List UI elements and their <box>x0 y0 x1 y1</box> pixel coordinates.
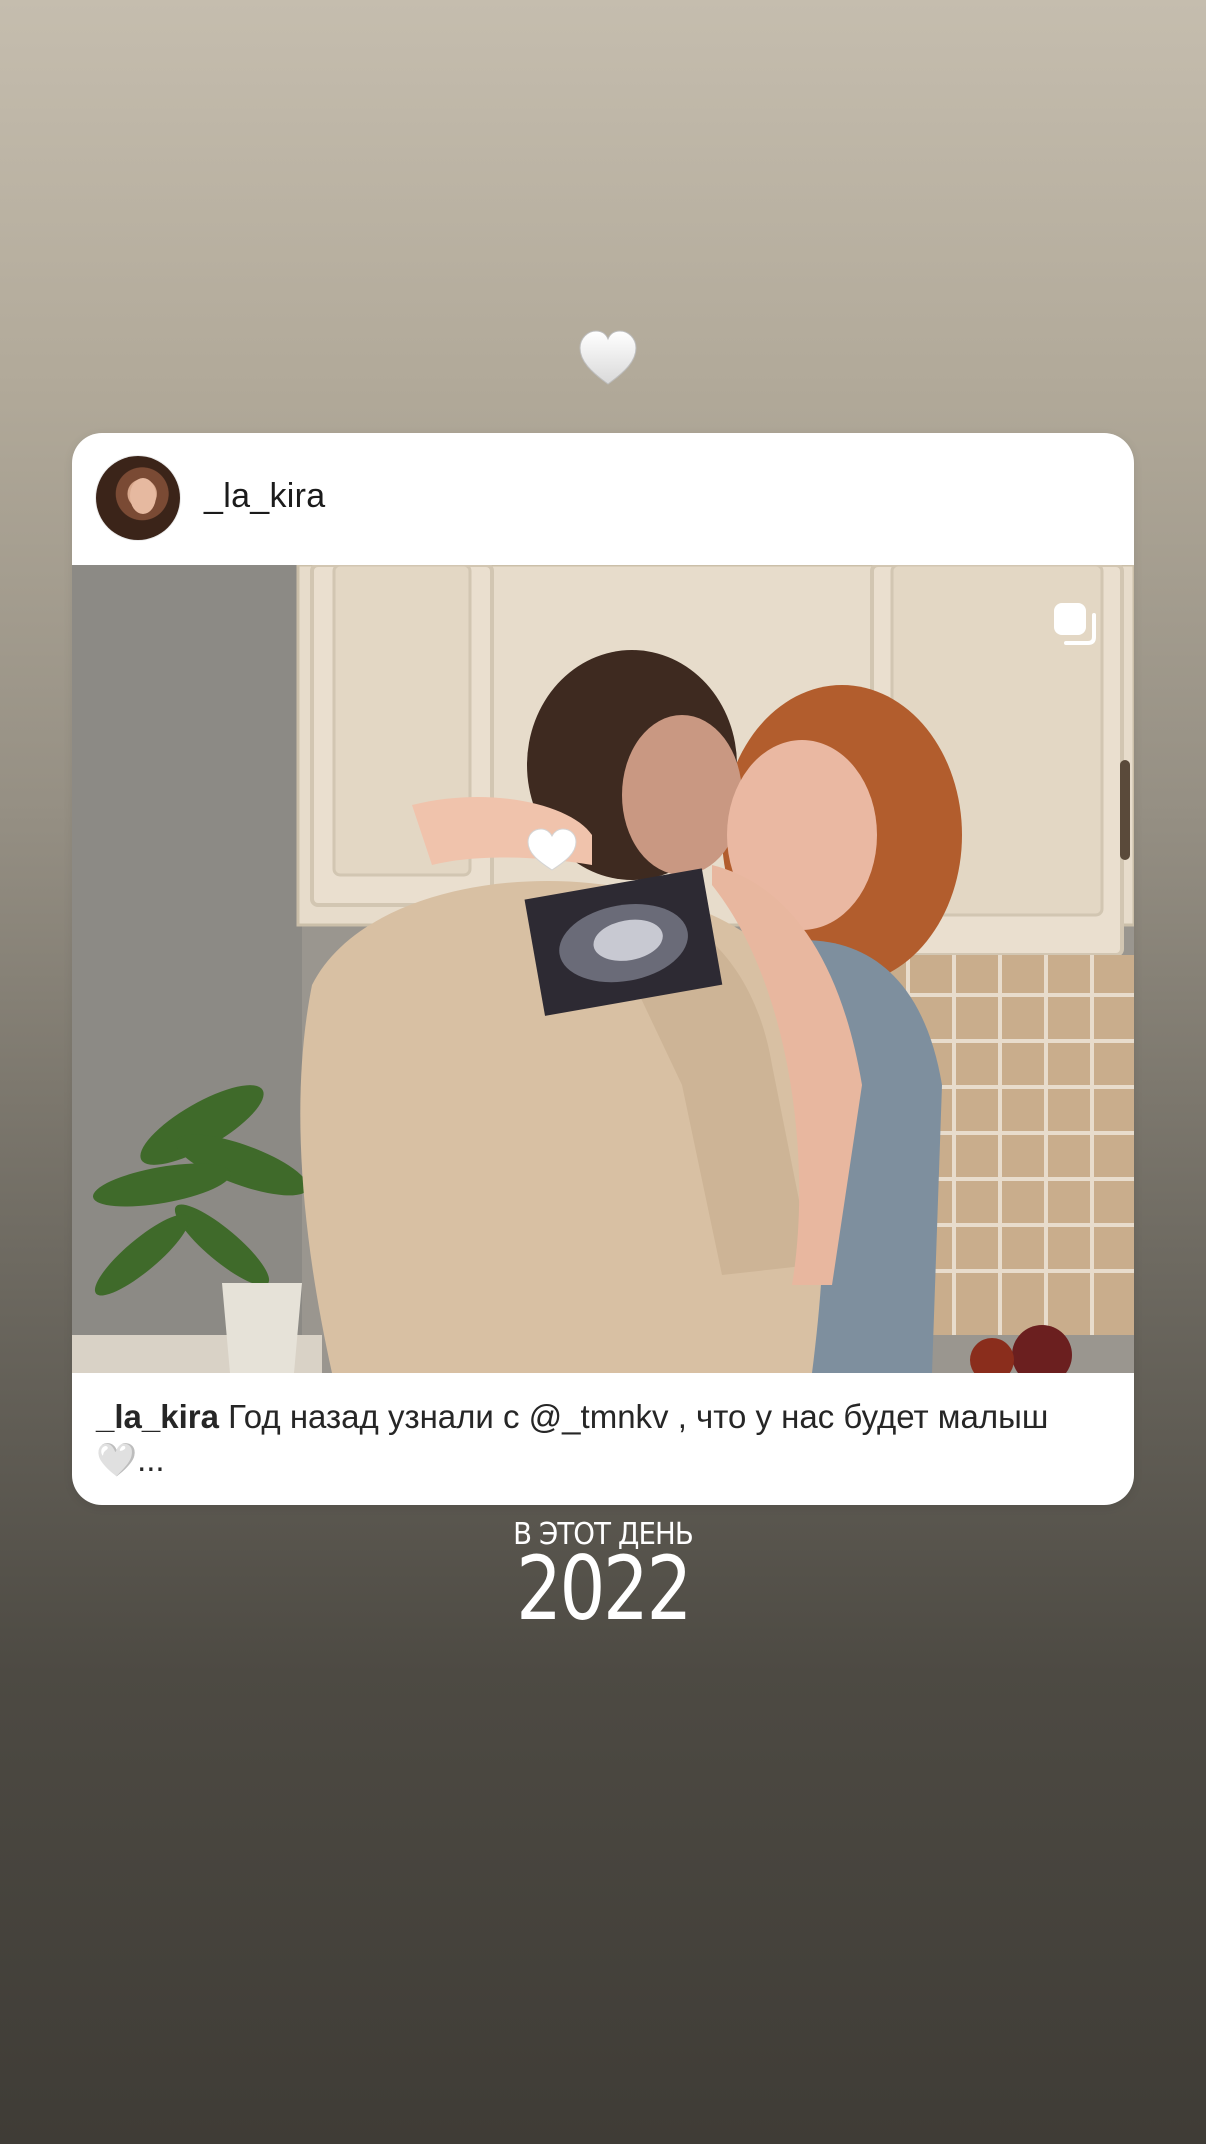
shared-post-card[interactable]: _la_kira _la_kira Год назад узнали с @_t… <box>72 433 1134 1505</box>
caption-text: Год назад узнали с @_tmnkv , что у нас б… <box>96 1398 1049 1478</box>
post-username[interactable]: _la_kira <box>204 477 325 516</box>
post-caption: _la_kira Год назад узнали с @_tmnkv , чт… <box>96 1395 1106 1481</box>
caption-username[interactable]: _la_kira <box>96 1398 219 1435</box>
carousel-icon <box>1050 599 1102 651</box>
post-header: _la_kira <box>72 433 1134 565</box>
memory-year: 2022 <box>516 1537 692 1640</box>
post-photo[interactable] <box>72 565 1134 1373</box>
avatar[interactable] <box>96 456 180 540</box>
white-heart-icon <box>577 328 639 390</box>
